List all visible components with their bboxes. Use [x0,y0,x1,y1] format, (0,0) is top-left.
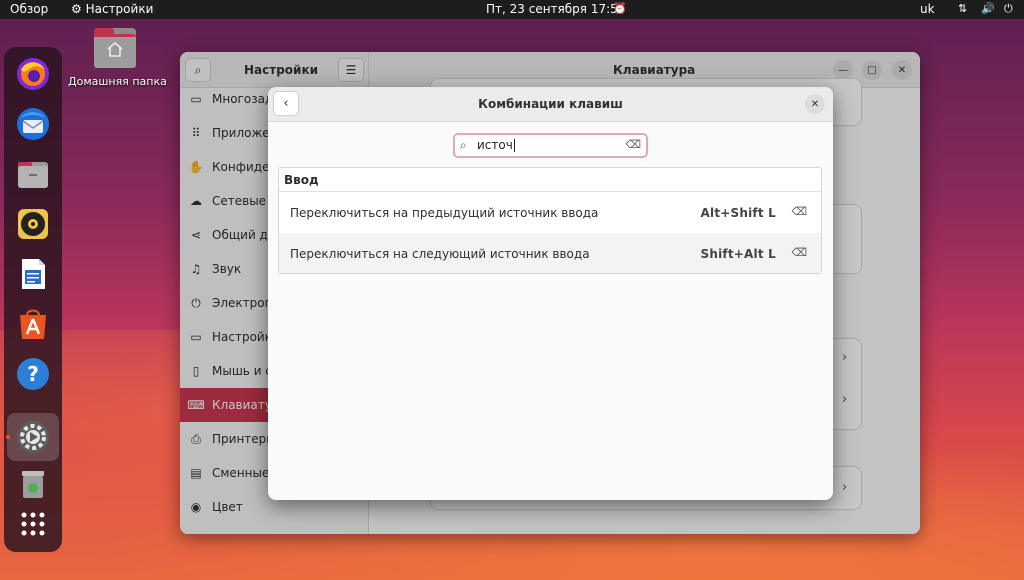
alarm-icon: ⏰ [613,2,627,15]
app-menu[interactable]: ⚙ Настройки [71,2,153,16]
dialog-title: Комбинации клавиш [478,97,623,111]
clear-search-button[interactable]: ⌫ [625,138,641,151]
libreoffice-writer-icon[interactable] [13,254,53,294]
firefox-icon[interactable] [13,54,53,94]
home-folder-desktop-icon[interactable]: Домашняя папка [68,28,167,88]
keyboard-shortcuts-dialog: ‹ Комбинации клавиш ✕ ⌕ источ ⌫ Ввод Пер… [268,87,833,500]
svg-text:?: ? [27,362,39,386]
shortcut-label: Переключиться на следующий источник ввод… [290,247,590,261]
reset-shortcut-button[interactable]: ⌫ [791,246,807,259]
section-header: Ввод [279,168,821,192]
dock: ? [4,47,62,552]
rhythmbox-icon[interactable] [13,204,53,244]
software-center-icon[interactable] [13,304,53,344]
trash-icon[interactable] [13,464,53,504]
volume-icon[interactable]: 🔊 [981,2,995,15]
gear-icon: ⚙ [71,2,82,16]
network-icon[interactable]: ⇅ [958,2,967,15]
power-icon[interactable]: ⏻ [1004,2,1013,16]
home-folder-label: Домашняя папка [68,75,167,88]
app-grid-icon[interactable] [13,504,53,544]
close-icon: ✕ [810,98,820,110]
shortcut-label: Переключиться на предыдущий источник вво… [290,206,599,220]
files-icon[interactable] [13,154,53,194]
shortcut-accelerator: Shift+Alt L [700,247,776,261]
search-input-value[interactable]: источ [477,138,515,152]
shortcut-accelerator: Alt+Shift L [700,206,776,220]
running-indicator [6,435,10,439]
shortcut-list: Ввод Переключиться на предыдущий источни… [278,167,822,274]
thunderbird-icon[interactable] [13,104,53,144]
dialog-header: ‹ Комбинации клавиш ✕ [268,87,833,122]
top-bar: Обзор ⚙ Настройки Пт, 23 сентября 17:54 … [0,0,1024,19]
shortcut-search-input[interactable]: ⌕ источ ⌫ [453,133,648,158]
help-icon[interactable]: ? [13,354,53,394]
reset-shortcut-button[interactable]: ⌫ [791,205,807,218]
close-dialog-button[interactable]: ✕ [805,94,825,114]
shortcut-row[interactable]: Переключиться на следующий источник ввод… [279,233,821,273]
settings-icon[interactable] [13,417,53,457]
keyboard-layout-indicator[interactable]: uk [920,2,935,16]
shortcut-row[interactable]: Переключиться на предыдущий источник вво… [279,192,821,233]
text-cursor [513,139,515,152]
search-icon: ⌕ [460,138,467,152]
app-menu-label: Настройки [85,2,154,16]
folder-icon [94,28,136,68]
activities-button[interactable]: Обзор [10,2,48,16]
clock[interactable]: Пт, 23 сентября 17:54 [486,2,625,16]
